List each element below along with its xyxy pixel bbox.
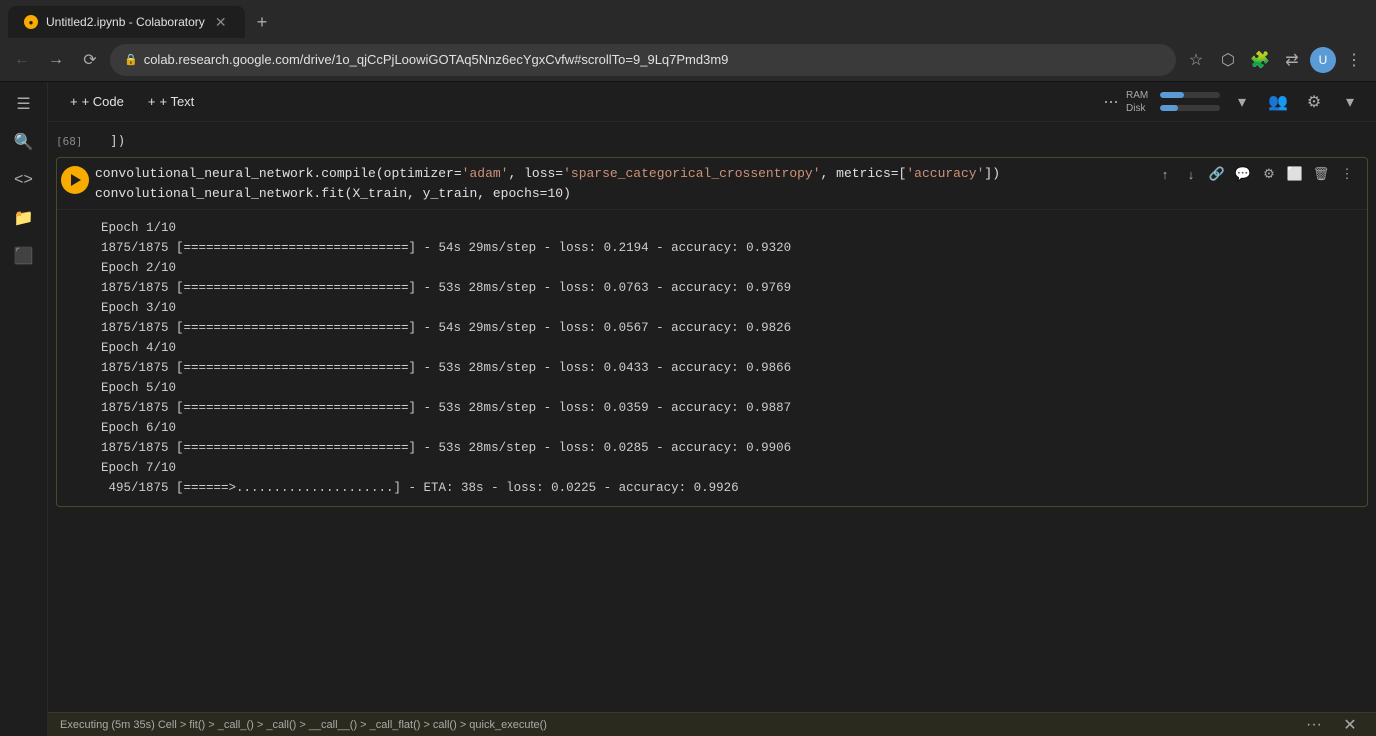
code-string-1: 'adam' <box>462 164 509 184</box>
code-text-2: , loss= <box>508 164 563 184</box>
disk-row: Disk <box>1126 103 1220 114</box>
active-tab[interactable]: ● Untitled2.ipynb - Colaboratory ✕ <box>8 6 245 38</box>
code-text-5: convolutional_neural_network.fit(X_train… <box>95 184 571 204</box>
status-bar-right: ··· ✕ <box>1300 711 1364 736</box>
prev-cell: [68] ]) <box>48 130 1376 153</box>
move-up-icon[interactable]: ↑ <box>1153 162 1177 186</box>
ram-label: RAM <box>1126 90 1156 101</box>
cell-delete-icon[interactable]: 🗑 <box>1309 162 1333 186</box>
url-text: colab.research.google.com/drive/1o_qjCcP… <box>144 52 729 67</box>
cell-editor-icon[interactable]: ⬜ <box>1283 162 1307 186</box>
sidebar-terminal-icon[interactable]: ⬛ <box>8 240 40 272</box>
cell-area[interactable]: [68] ]) ↑ ↓ 🔗 💬 ⚙ ⬜ 🗑 ⋮ <box>48 122 1376 712</box>
toolbar-right: ··· RAM Disk <box>1103 88 1364 116</box>
sidebar-search-icon[interactable]: 🔍 <box>8 126 40 158</box>
output-line-2: 1875/1875 [=============================… <box>101 238 1355 258</box>
link-icon[interactable]: 🔗 <box>1205 162 1229 186</box>
address-bar: ← → ⟳ 🔒 colab.research.google.com/drive/… <box>0 38 1376 82</box>
forward-button[interactable]: → <box>42 46 70 74</box>
prev-cell-output: ]) <box>106 132 130 151</box>
main-content: ☰ 🔍 <> 📁 ⬛ + + Code + + Text ··· <box>0 82 1376 736</box>
three-dots-icon[interactable]: ··· <box>1103 91 1118 112</box>
code-text-4: ]) <box>984 164 1000 184</box>
output-line-12: 1875/1875 [=============================… <box>101 438 1355 458</box>
settings-icon[interactable]: ⚙ <box>1300 88 1328 116</box>
cast-icon[interactable]: ⬡ <box>1214 46 1242 74</box>
tab-close-button[interactable]: ✕ <box>213 14 229 30</box>
ram-disk-container: RAM Disk <box>1126 90 1220 114</box>
address-right-controls: ☆ ⬡ 🧩 ⇄ U ⋮ <box>1182 46 1368 74</box>
browser-frame: ● Untitled2.ipynb - Colaboratory ✕ + ← →… <box>0 0 1376 736</box>
output-line-3: Epoch 2/10 <box>101 258 1355 278</box>
code-text-1: convolutional_neural_network.compile(opt… <box>95 164 462 184</box>
extensions-icon[interactable]: 🧩 <box>1246 46 1274 74</box>
output-line-7: Epoch 4/10 <box>101 338 1355 358</box>
sidebar-code-icon[interactable]: <> <box>8 164 40 196</box>
text-label: + Text <box>159 94 194 109</box>
expand-icon[interactable]: ▾ <box>1336 88 1364 116</box>
code-line-2: convolutional_neural_network.fit(X_train… <box>95 184 1363 204</box>
ram-progress-bg <box>1160 92 1220 98</box>
output-line-9: Epoch 5/10 <box>101 378 1355 398</box>
ram-progress-fill <box>1160 92 1184 98</box>
output-line-1: Epoch 1/10 <box>101 218 1355 238</box>
code-text-3: , metrics=[ <box>821 164 907 184</box>
workspace: + + Code + + Text ··· RAM <box>48 82 1376 736</box>
avatar[interactable]: U <box>1310 47 1336 73</box>
sync-icon[interactable]: ⇄ <box>1278 46 1306 74</box>
code-string-2: 'sparse_categorical_crossentropy' <box>563 164 820 184</box>
comment-icon[interactable]: 💬 <box>1231 162 1255 186</box>
plus-text-icon: + <box>148 94 156 109</box>
disk-label: Disk <box>1126 103 1156 114</box>
code-label: + Code <box>82 94 124 109</box>
ram-row: RAM <box>1126 90 1220 101</box>
reload-button[interactable]: ⟳ <box>76 46 104 74</box>
output-line-11: Epoch 6/10 <box>101 418 1355 438</box>
status-dots-icon[interactable]: ··· <box>1300 711 1328 736</box>
output-line-4: 1875/1875 [=============================… <box>101 278 1355 298</box>
sidebar-menu-icon[interactable]: ☰ <box>8 88 40 120</box>
cell-output: Epoch 1/10 1875/1875 [==================… <box>57 209 1367 506</box>
url-bar[interactable]: 🔒 colab.research.google.com/drive/1o_qjC… <box>110 44 1176 76</box>
disk-progress-bg <box>1160 105 1220 111</box>
cell-more-icon[interactable]: ⋮ <box>1335 162 1359 186</box>
add-text-button[interactable]: + + Text <box>138 90 204 113</box>
lock-icon: 🔒 <box>124 53 138 66</box>
sidebar-files-icon[interactable]: 📁 <box>8 202 40 234</box>
output-line-13: Epoch 7/10 <box>101 458 1355 478</box>
add-code-button[interactable]: + + Code <box>60 90 134 113</box>
bookmark-icon[interactable]: ☆ <box>1182 46 1210 74</box>
move-down-icon[interactable]: ↓ <box>1179 162 1203 186</box>
menu-button[interactable]: ⋮ <box>1340 46 1368 74</box>
status-close-icon[interactable]: ✕ <box>1336 711 1364 736</box>
sidebar: ☰ 🔍 <> 📁 ⬛ <box>0 82 48 736</box>
dropdown-icon[interactable]: ▾ <box>1228 88 1256 116</box>
new-tab-button[interactable]: + <box>249 6 276 38</box>
status-text: Executing (5m 35s) Cell > fit() > _call_… <box>60 719 547 731</box>
back-button[interactable]: ← <box>8 46 36 74</box>
tab-title: Untitled2.ipynb - Colaboratory <box>46 15 205 29</box>
output-line-8: 1875/1875 [=============================… <box>101 358 1355 378</box>
run-button[interactable] <box>61 166 89 194</box>
status-bar: Executing (5m 35s) Cell > fit() > _call_… <box>48 712 1376 736</box>
tab-bar: ● Untitled2.ipynb - Colaboratory ✕ + <box>0 0 1376 38</box>
prev-cell-num: [68] <box>56 132 106 148</box>
code-string-3: 'accuracy' <box>906 164 984 184</box>
output-line-10: 1875/1875 [=============================… <box>101 398 1355 418</box>
output-line-6: 1875/1875 [=============================… <box>101 318 1355 338</box>
output-line-14: 495/1875 [======>.....................] … <box>101 478 1355 498</box>
active-cell[interactable]: ↑ ↓ 🔗 💬 ⚙ ⬜ 🗑 ⋮ <box>56 157 1368 507</box>
run-triangle-icon <box>71 174 81 186</box>
cell-toolbar: ↑ ↓ 🔗 💬 ⚙ ⬜ 🗑 ⋮ <box>1153 162 1359 186</box>
tab-favicon: ● <box>24 15 38 29</box>
users-icon[interactable]: 👥 <box>1264 88 1292 116</box>
colab-toolbar: + + Code + + Text ··· RAM <box>48 82 1376 122</box>
disk-progress-fill <box>1160 105 1178 111</box>
cell-settings-icon[interactable]: ⚙ <box>1257 162 1281 186</box>
output-line-5: Epoch 3/10 <box>101 298 1355 318</box>
plus-code-icon: + <box>70 94 78 109</box>
